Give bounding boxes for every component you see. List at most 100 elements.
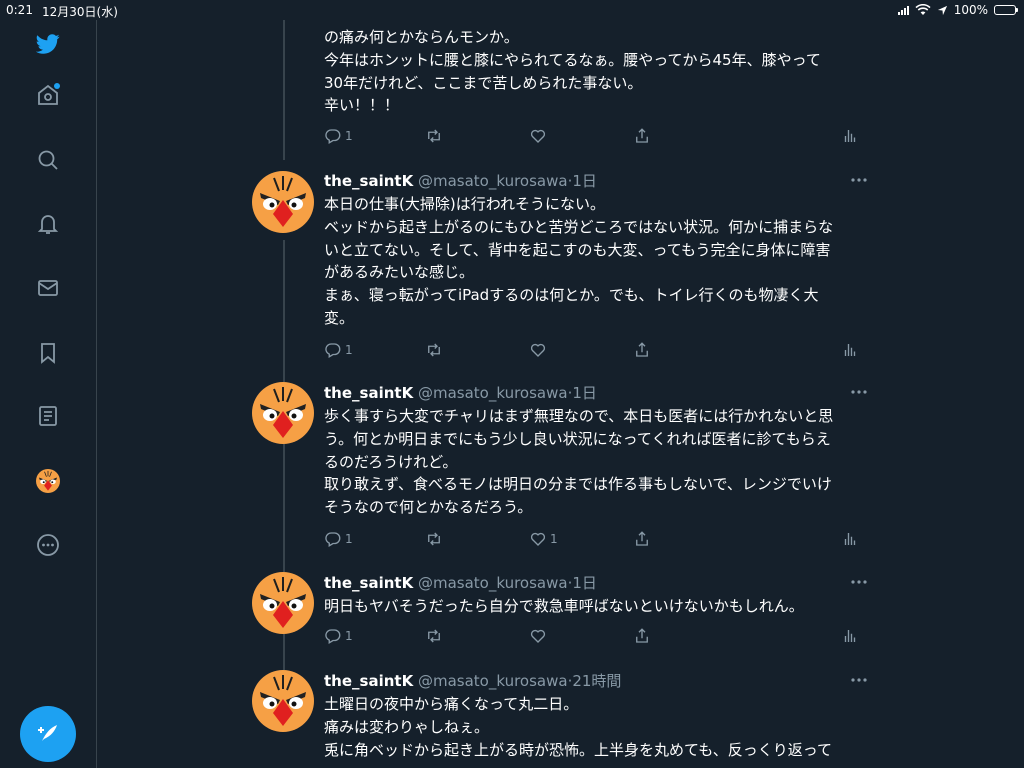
signal-icon	[897, 5, 909, 15]
retweet-button[interactable]	[425, 626, 446, 646]
tweet-actions: 1 1	[324, 529, 864, 549]
profile-icon[interactable]	[30, 463, 66, 499]
status-bar: 0:21 12月30日(水) 100%	[0, 0, 1024, 20]
tweet[interactable]: the_saintK @masato_kurosawa·1日 明日もヤバそうだっ…	[97, 572, 1024, 670]
like-button[interactable]	[529, 126, 550, 146]
retweet-button[interactable]	[425, 126, 446, 146]
user-handle[interactable]: @masato_kurosawa	[418, 384, 568, 402]
user-handle[interactable]: @masato_kurosawa	[418, 672, 568, 690]
tweet-text: 明日もヤバそうだったら自分で救急車呼ばないといけないかもしれん。	[324, 595, 869, 618]
avatar[interactable]	[252, 670, 314, 732]
share-icon	[636, 628, 648, 643]
heart-icon	[530, 129, 546, 143]
more-options-icon[interactable]	[849, 384, 869, 400]
reply-button[interactable]: 1	[324, 126, 353, 146]
tweet-text-line: 土曜日の夜中から痛くなって丸二日。	[324, 695, 579, 713]
tweet-text-line: 辛い！！！	[324, 96, 400, 115]
tweet-text-line: 変。	[324, 308, 355, 327]
tweet-text-line: まぁ、寝っ転がってiPadするのは何とか。でも、トイレ行くのも物凄く大	[324, 286, 819, 305]
more-icon[interactable]	[30, 527, 66, 563]
reply-button[interactable]: 1	[324, 340, 353, 360]
avatar[interactable]	[252, 382, 314, 444]
reply-button[interactable]: 1	[324, 529, 353, 549]
more-options-icon[interactable]	[849, 172, 869, 188]
retweet-icon	[428, 129, 440, 143]
analytics-button[interactable]	[841, 340, 859, 360]
analytics-button[interactable]	[841, 529, 859, 549]
battery-icon	[994, 5, 1018, 15]
more-options-icon[interactable]	[849, 574, 869, 590]
like-count: 1	[550, 532, 558, 546]
tweet-text-line: 兎に角ベッドから起き上がる時が恐怖。上半身を丸めても、反っくり返って	[324, 740, 833, 759]
tweet-text: の痛み何とかならんモンか。 今年はホンットに腰と膝にやられてるなぁ。腰やってから…	[324, 26, 869, 117]
avatar[interactable]	[252, 572, 314, 634]
tweet-text-line: 歩く事すら大変でチャリはまず無理なので、本日も医者には行かれないと思	[324, 407, 834, 425]
reply-button[interactable]: 1	[324, 626, 353, 646]
heart-icon	[530, 343, 546, 357]
tweet-text-line: う。何とか明日までにもう少し良い状況になってくれれば医者に診てもらえ	[324, 429, 831, 448]
wifi-icon	[915, 4, 931, 15]
tweet[interactable]: the_saintK @masato_kurosawa·1日 本日の仕事(大掃除…	[97, 160, 1024, 382]
analytics-icon	[844, 533, 856, 545]
tweet-actions: 1	[324, 340, 864, 360]
share-button[interactable]	[633, 626, 651, 646]
battery-percent: 100%	[953, 3, 988, 17]
share-button[interactable]	[633, 529, 651, 549]
tweet-time[interactable]: ·1日	[568, 574, 597, 592]
tweet-time[interactable]: ·1日	[568, 384, 597, 402]
tweet[interactable]: the_saintK @masato_kurosawa·21時間 土曜日の夜中か…	[97, 670, 1024, 768]
tweet[interactable]: the_saintK @masato_kurosawa·1日 歩く事すら大変でチ…	[97, 382, 1024, 572]
share-button[interactable]	[633, 126, 651, 146]
compose-tweet-button[interactable]	[20, 706, 76, 762]
tweet-time[interactable]: ·21時間	[568, 672, 622, 690]
retweet-button[interactable]	[425, 340, 446, 360]
tweet-text-line: 今年はホンットに腰と膝にやられてるなぁ。腰やってから45年、膝やって	[324, 50, 821, 69]
share-button[interactable]	[633, 340, 651, 360]
status-date: 12月30日(水)	[42, 5, 118, 19]
more-options-icon[interactable]	[849, 672, 869, 688]
sidebar	[0, 20, 97, 768]
tweet-text: 本日の仕事(大掃除)は行われそうにない。 ベッドから起き上がるのにもひと苦労どこ…	[324, 193, 869, 330]
like-button[interactable]	[529, 626, 550, 646]
explore-icon[interactable]	[30, 142, 66, 178]
avatar[interactable]	[252, 171, 314, 233]
location-icon	[937, 5, 947, 15]
lists-icon[interactable]	[30, 398, 66, 434]
display-name[interactable]: the_saintK	[324, 172, 413, 190]
analytics-button[interactable]	[841, 626, 859, 646]
retweet-button[interactable]	[425, 529, 446, 549]
retweet-icon	[428, 532, 440, 546]
user-handle[interactable]: @masato_kurosawa	[418, 172, 568, 190]
timeline: の痛み何とかならんモンか。 今年はホンットに腰と膝にやられてるなぁ。腰やってから…	[97, 20, 1024, 768]
display-name[interactable]: the_saintK	[324, 574, 413, 592]
like-button[interactable]: 1	[529, 529, 558, 549]
reply-icon	[325, 532, 341, 547]
display-name[interactable]: the_saintK	[324, 384, 413, 402]
home-icon[interactable]	[30, 77, 66, 113]
retweet-icon	[428, 343, 440, 357]
tweet[interactable]: の痛み何とかならんモンか。 今年はホンットに腰と膝にやられてるなぁ。腰やってから…	[97, 20, 1024, 160]
tweet-text-line: ベッドから起き上がるのにもひと苦労どころではない状況。何かに捕まらな	[324, 217, 834, 236]
bookmarks-icon[interactable]	[30, 335, 66, 371]
tweet-time[interactable]: ·1日	[568, 172, 597, 190]
analytics-button[interactable]	[841, 126, 859, 146]
heart-icon	[530, 532, 546, 546]
messages-icon[interactable]	[30, 270, 66, 306]
share-icon	[636, 531, 648, 546]
notifications-icon[interactable]	[30, 206, 66, 242]
like-button[interactable]	[529, 340, 550, 360]
user-handle[interactable]: @masato_kurosawa	[418, 574, 568, 592]
twitter-logo-icon[interactable]	[30, 26, 66, 62]
reply-count: 1	[345, 532, 353, 546]
tweet-actions: 1	[324, 126, 864, 146]
share-icon	[636, 128, 648, 143]
reply-count: 1	[345, 629, 353, 643]
tweet-text-line: いと立てない。そして、背中を起こすのも大変、ってもう完全に身体に障害	[324, 240, 831, 259]
reply-count: 1	[345, 129, 353, 143]
display-name[interactable]: the_saintK	[324, 672, 413, 690]
home-notification-dot	[54, 83, 60, 89]
tweet-text-line: があるみたいな感じ。	[324, 263, 475, 282]
status-indicators: 100%	[897, 3, 1018, 17]
analytics-icon	[844, 344, 856, 356]
tweet-text-line: 明日もヤバそうだったら自分で救急車呼ばないといけないかもしれん。	[324, 597, 804, 615]
